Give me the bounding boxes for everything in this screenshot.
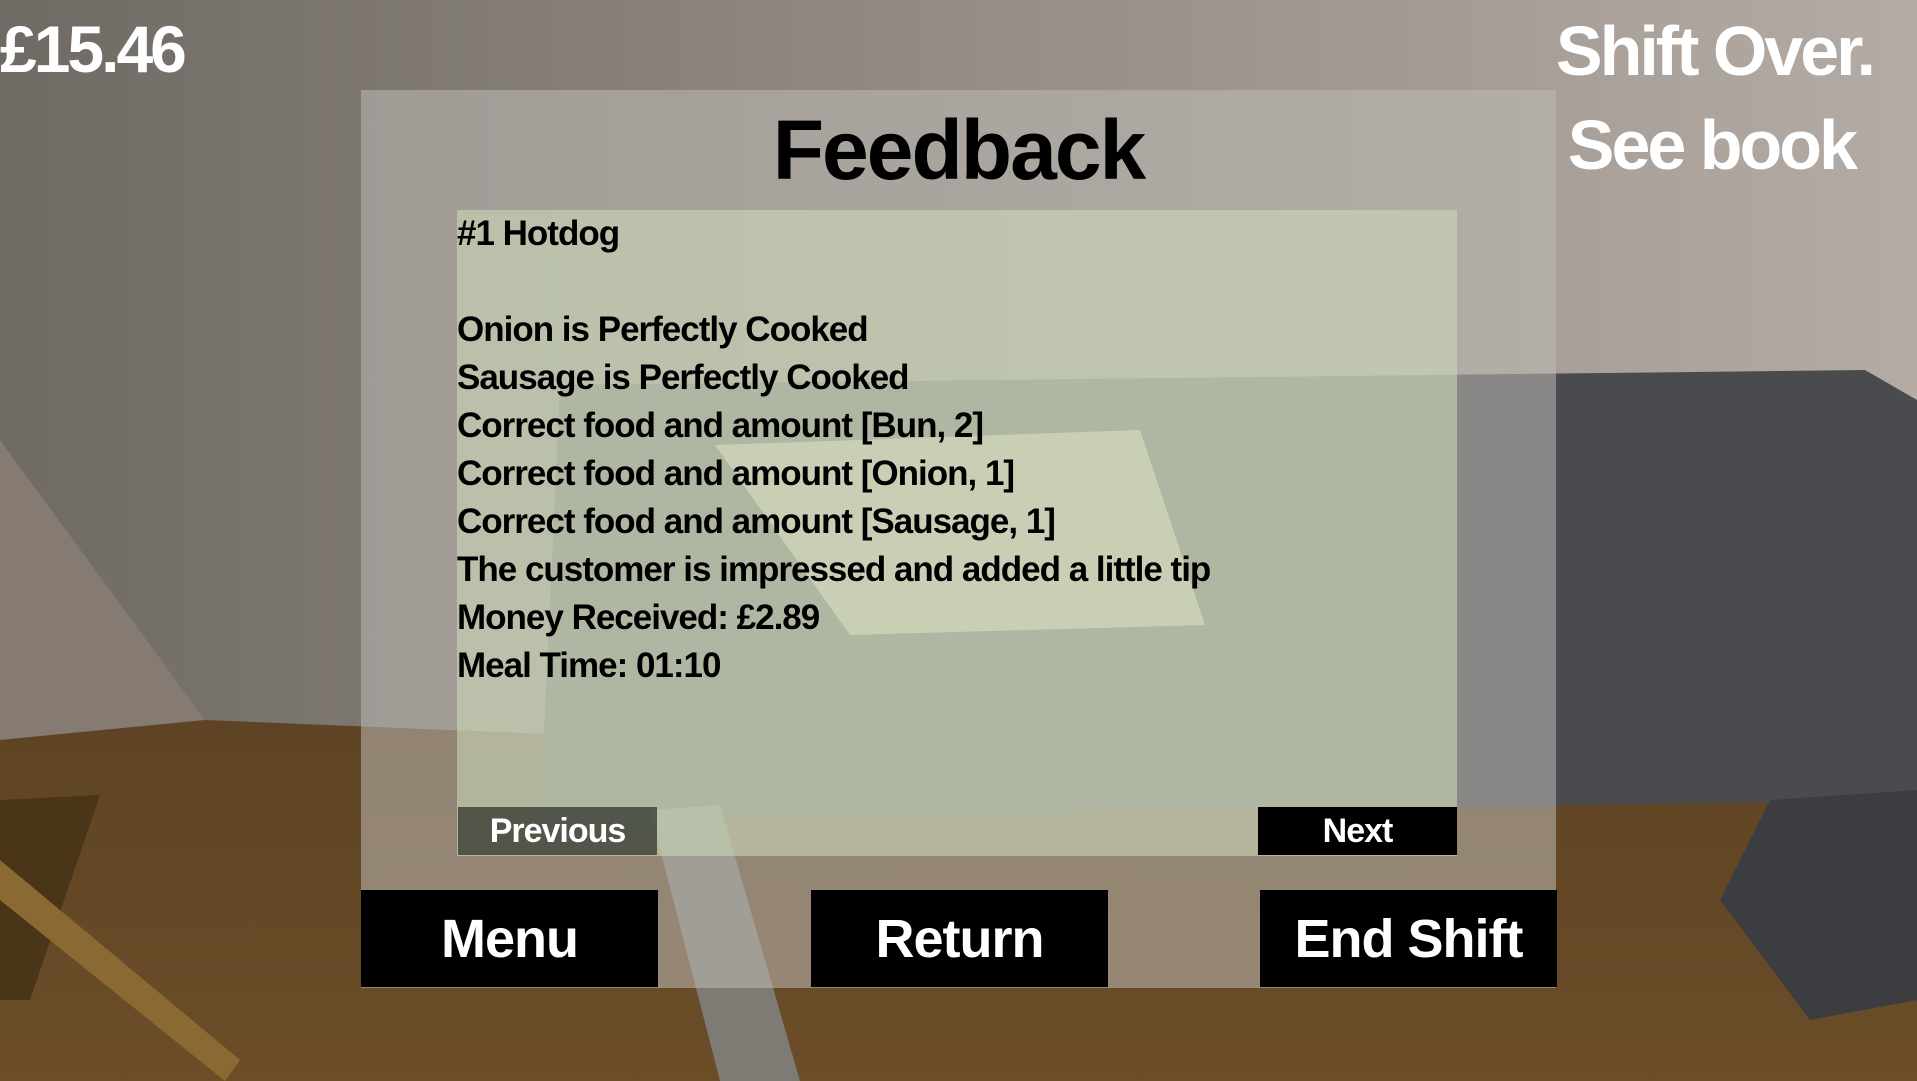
previous-button[interactable]: Previous (458, 807, 657, 855)
see-book-message: See book (1567, 106, 1858, 184)
order-heading: #1 Hotdog (457, 214, 620, 253)
feedback-title: Feedback (772, 103, 1147, 197)
money-received-line: Money Received: £2.89 (457, 598, 820, 637)
feedback-panel: Feedback #1 Hotdog Onion is Perfectly Co… (361, 90, 1557, 988)
return-button[interactable]: Return (811, 890, 1108, 987)
meal-time-line: Meal Time: 01:10 (457, 646, 721, 685)
end-shift-button[interactable]: End Shift (1260, 890, 1557, 987)
menu-button[interactable]: Menu (361, 890, 658, 987)
money-counter: £15.46 (0, 12, 187, 86)
feedback-line: Correct food and amount [Sausage, 1] (457, 502, 1056, 541)
shift-over-message: Shift Over. (1555, 12, 1876, 90)
feedback-line: Correct food and amount [Onion, 1] (457, 454, 1015, 493)
feedback-line: Correct food and amount [Bun, 2] (457, 406, 984, 445)
feedback-line: Sausage is Perfectly Cooked (457, 358, 910, 397)
feedback-content: #1 Hotdog Onion is Perfectly Cooked Saus… (457, 210, 1457, 856)
next-button[interactable]: Next (1258, 807, 1457, 855)
feedback-line: Onion is Perfectly Cooked (457, 310, 869, 349)
feedback-line: The customer is impressed and added a li… (457, 550, 1211, 589)
